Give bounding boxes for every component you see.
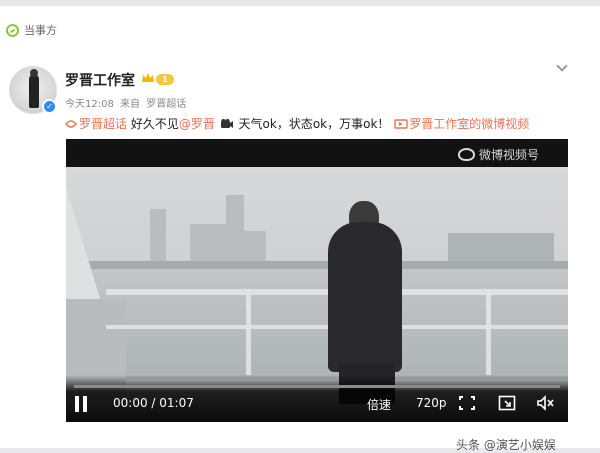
volume-mute-icon[interactable] [536,395,554,411]
post-caption: 罗晋超话 好久不见@罗晋 天气ok，状态ok，万事ok！ 罗晋工作室的微博视频 [63,115,529,132]
level-badge: 1 [156,74,174,85]
video-water [66,269,568,379]
video-player[interactable]: 微博视频号 00:00 / 01:07 倍速 720p [66,139,568,422]
skyline-building [150,209,166,264]
avatar-figure [29,69,39,108]
source-prefix: 来自 [120,99,141,110]
participant-icon [6,23,19,37]
skyline-building [190,224,226,264]
top-divider [0,0,600,6]
topic-icon [65,120,77,128]
post-time: 今天12:08 [65,99,114,110]
weibo-post-card: 当事方 ✓ 罗晋工作室 1 今天12:08 来自 罗晋超话 罗晋超话 好久不见@… [0,0,600,452]
caption-text-2: 天气ok，状态ok，万事ok！ [238,117,390,131]
crown-icon [142,73,154,82]
topic-text: 罗晋超话 [79,117,128,131]
verified-icon: ✓ [42,99,57,114]
weibo-logo-icon [458,148,475,161]
chevron-down-icon[interactable] [556,60,568,72]
video-link-icon [394,119,408,129]
pip-icon[interactable] [498,395,516,411]
camera-emoji-icon [220,119,233,128]
person-figure [328,222,402,372]
skyline-building [226,195,244,264]
watermark-text: 微博视频号 [479,148,540,162]
participant-tag: 当事方 [6,22,57,38]
railing-post [246,289,251,375]
video-link[interactable]: 罗晋工作室的微博视频 [393,117,529,131]
caption-text-1: 好久不见 [130,117,179,131]
fullscreen-icon[interactable] [458,395,476,411]
mention-link[interactable]: @罗晋 [179,117,215,131]
footer-watermark: 头条 @演艺小娱娱 [456,438,556,452]
post-source[interactable]: 罗晋超话 [146,99,186,110]
progress-bar[interactable] [74,385,560,388]
video-top-bar: 微博视频号 [66,139,568,167]
video-time: 00:00 / 01:07 [113,396,194,410]
topic-link[interactable]: 罗晋超话 [63,117,127,131]
quality-button[interactable]: 720p [416,396,447,410]
author-name[interactable]: 罗晋工作室 [65,70,135,90]
video-link-text: 罗晋工作室的微博视频 [409,117,530,131]
post-meta: 今天12:08 来自 罗晋超话 [65,95,189,110]
skyline-building [244,231,266,264]
participant-label: 当事方 [24,24,57,37]
pause-icon[interactable] [74,396,90,412]
speed-button[interactable]: 倍速 [367,396,391,413]
railing-post [486,289,491,375]
video-watermark: 微博视频号 [458,146,539,163]
